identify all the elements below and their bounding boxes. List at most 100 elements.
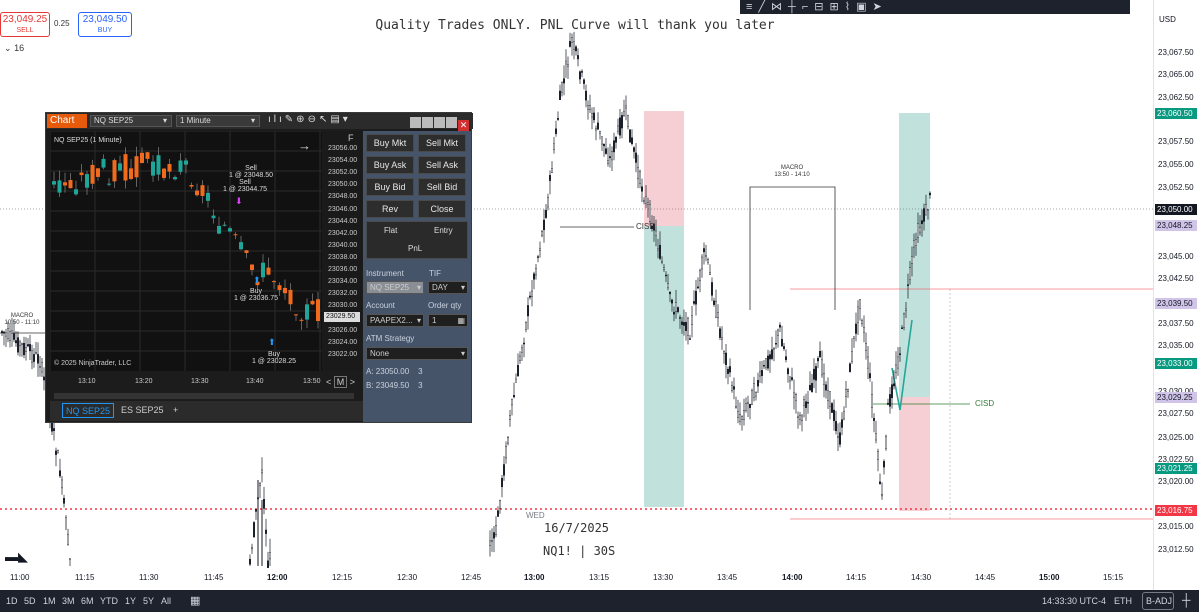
fullscreen-icon[interactable]: ┼ [1182,593,1191,607]
range-1m[interactable]: 1M [43,596,56,606]
range-5d[interactable]: 5D [24,596,36,606]
line-tool-icon[interactable]: ≡ [746,1,758,13]
sell-button[interactable]: 23,049.25 SELL [0,12,50,37]
nt-interval-select[interactable]: 1 Minute ▾ [176,115,260,127]
adjust-toggle[interactable] [1142,592,1174,610]
chevron-left-icon[interactable]: < [326,377,331,387]
chevron-right-icon[interactable]: > [350,377,355,387]
zoom-in-icon[interactable]: ⊕ [296,114,307,125]
candle-body [787,368,790,375]
close-button[interactable]: Close [418,200,466,218]
candle-body [557,118,560,120]
candle-body [793,392,796,398]
range-3m[interactable]: 3M [62,596,75,606]
zoom-out-icon[interactable]: ⊖ [308,114,319,125]
nt-price-tick: 23024.00 [328,338,358,346]
buy-ask-button[interactable]: Buy Ask [366,156,414,174]
minimize-icon[interactable] [410,117,421,128]
nt-tab-nq[interactable]: NQ SEP25 [62,403,115,418]
nt-scrollbar[interactable] [54,393,354,399]
sell-bid-button[interactable]: Sell Bid [418,178,466,196]
session-label[interactable]: ETH [1114,596,1132,606]
candle-body [599,130,602,134]
nt-pnl-label[interactable]: PnL [408,244,422,253]
nt-chart-plot[interactable] [49,130,322,371]
pencil-icon[interactable]: ✎ [285,114,296,125]
nt-candle-body [222,224,227,226]
nt-chart-tab[interactable]: Chart [47,114,87,128]
candle-body [649,204,652,222]
candle-body [57,450,60,454]
calendar-icon[interactable]: ▦ [190,594,200,607]
nt-instrument-select[interactable]: NQ SEP25 ▾ [90,115,172,127]
nt-price-tick: 23052.00 [328,169,358,177]
price-tick: 23,045.00 [1158,252,1194,261]
menu-icon[interactable]: ▾ [343,114,351,125]
candle-body [677,307,680,312]
candle-body [523,342,526,345]
candle-body [61,479,64,489]
buy-bid-button[interactable]: Buy Bid [366,178,414,196]
arrow-icon[interactable]: ➤ [873,1,888,13]
quantity-stepper[interactable]: ⌄ 16 [4,43,24,54]
currency-label[interactable]: USD [1159,15,1176,24]
candle-body [555,128,558,134]
nt-account-field[interactable]: PAAPEX2... ▾ [366,314,424,327]
ninjatrader-window[interactable]: Chart NQ SEP25 ▾ 1 Minute ▾ ılı✎⊕⊖↖▤▾ ✕ NQ… [45,112,473,423]
candle-body [37,354,40,364]
time-tick: 15:15 [1103,573,1124,582]
buy-mkt-button[interactable]: Buy Mkt [366,134,414,152]
price-tag: 23,016.75 [1155,505,1197,516]
range-5y[interactable]: 5Y [143,596,154,606]
image-icon[interactable]: ▣ [856,1,872,13]
maximize-icon[interactable] [434,117,445,128]
nt-instrument-field[interactable]: NQ SEP25 ▾ [366,281,424,294]
candle-body [665,274,668,277]
trend-icon[interactable]: ╱ [758,1,771,13]
candle-body [915,239,918,246]
brush-icon[interactable]: ⌐ [802,1,814,13]
range-ytd[interactable]: YTD [100,596,118,606]
candle-body [603,143,606,147]
measure-icon[interactable]: ⊞ [830,1,845,13]
nt-m-button[interactable]: < M > [326,376,355,388]
nt-tif-field[interactable]: DAY ▾ [428,281,468,294]
price-axis[interactable] [1153,0,1199,590]
sell-mkt-button[interactable]: Sell Mkt [418,134,466,152]
clock-label[interactable]: 14:33:30 UTC-4 [1042,596,1106,606]
bars-icon[interactable]: ılı [268,114,285,125]
nt-candle-body [63,182,67,186]
pattern-icon[interactable]: ⌇ [845,1,856,13]
candle-body [711,282,714,296]
properties-icon[interactable]: ▤ [330,114,342,125]
drawing-toolbar[interactable]: ≡╱⋈┼⌐⊟⊞⌇▣➤ [740,0,1130,14]
range-1d[interactable]: 1D [6,596,18,606]
text-icon[interactable]: ⊟ [814,1,829,13]
range-all[interactable]: All [161,596,171,606]
nt-candle-body [211,215,216,219]
candle-body [17,337,20,353]
candle-body [507,437,510,444]
pointer-icon[interactable]: ↖ [319,114,330,125]
close-icon[interactable]: ✕ [458,120,469,131]
nt-atm-field[interactable]: None ▾ [366,347,468,360]
layout-icon[interactable] [446,117,457,128]
stepper-icon[interactable]: ▦ [457,315,465,326]
range-1y[interactable]: 1Y [125,596,136,606]
restore-icon[interactable] [422,117,433,128]
fib-icon[interactable]: ⋈ [771,1,788,13]
nt-order-qty-field[interactable]: 1 ▦ [428,314,468,327]
crosshair-icon[interactable]: ┼ [788,1,802,13]
nt-tab-es[interactable]: ES SEP25 [118,403,167,418]
nt-price-tick: 23026.00 [328,326,358,334]
nt-candle-body [261,262,265,278]
nt-toolbar-icons[interactable]: ılı✎⊕⊖↖▤▾ [268,114,351,125]
range-6m[interactable]: 6M [81,596,94,606]
nt-price-axis[interactable] [322,131,362,371]
arrow-right-icon[interactable]: → [298,138,311,153]
rev-button[interactable]: Rev [366,200,414,218]
nt-tab-add[interactable]: + [170,403,181,418]
sell-ask-button[interactable]: Sell Ask [418,156,466,174]
buy-button[interactable]: 23,049.50 BUY [78,12,132,37]
candle-body [493,532,496,539]
